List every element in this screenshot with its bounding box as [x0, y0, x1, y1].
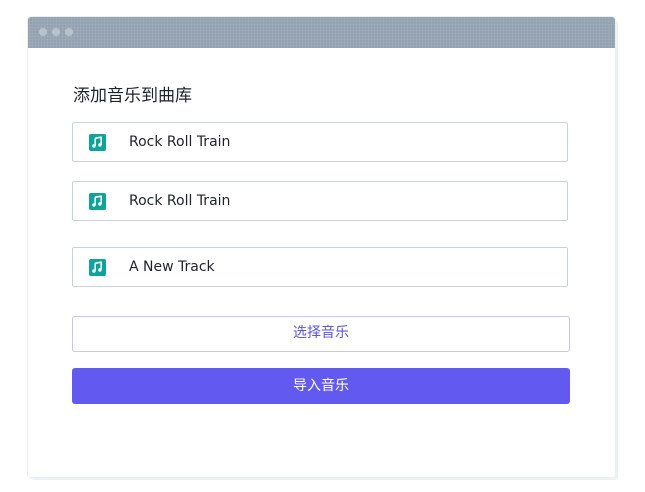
import-music-button[interactable]: 导入音乐 — [72, 368, 570, 404]
music-note-icon — [89, 134, 106, 151]
track-title: Rock Roll Train — [129, 134, 231, 150]
track-title: Rock Roll Train — [129, 193, 231, 209]
track-item[interactable]: Rock Roll Train — [72, 122, 568, 162]
track-item[interactable]: Rock Roll Train — [72, 181, 568, 221]
track-title: A New Track — [129, 259, 215, 275]
window-control-dot[interactable] — [65, 28, 73, 36]
select-music-button[interactable]: 选择音乐 — [72, 316, 570, 352]
window-control-dot[interactable] — [52, 28, 60, 36]
window-titlebar[interactable] — [28, 17, 615, 48]
page-title: 添加音乐到曲库 — [73, 86, 192, 106]
window-control-dot[interactable] — [39, 28, 47, 36]
app-window: 添加音乐到曲库 Rock Roll Train Rock Roll Train — [28, 17, 615, 477]
music-note-icon — [89, 193, 106, 210]
track-item[interactable]: A New Track — [72, 247, 568, 287]
music-note-icon — [89, 259, 106, 276]
